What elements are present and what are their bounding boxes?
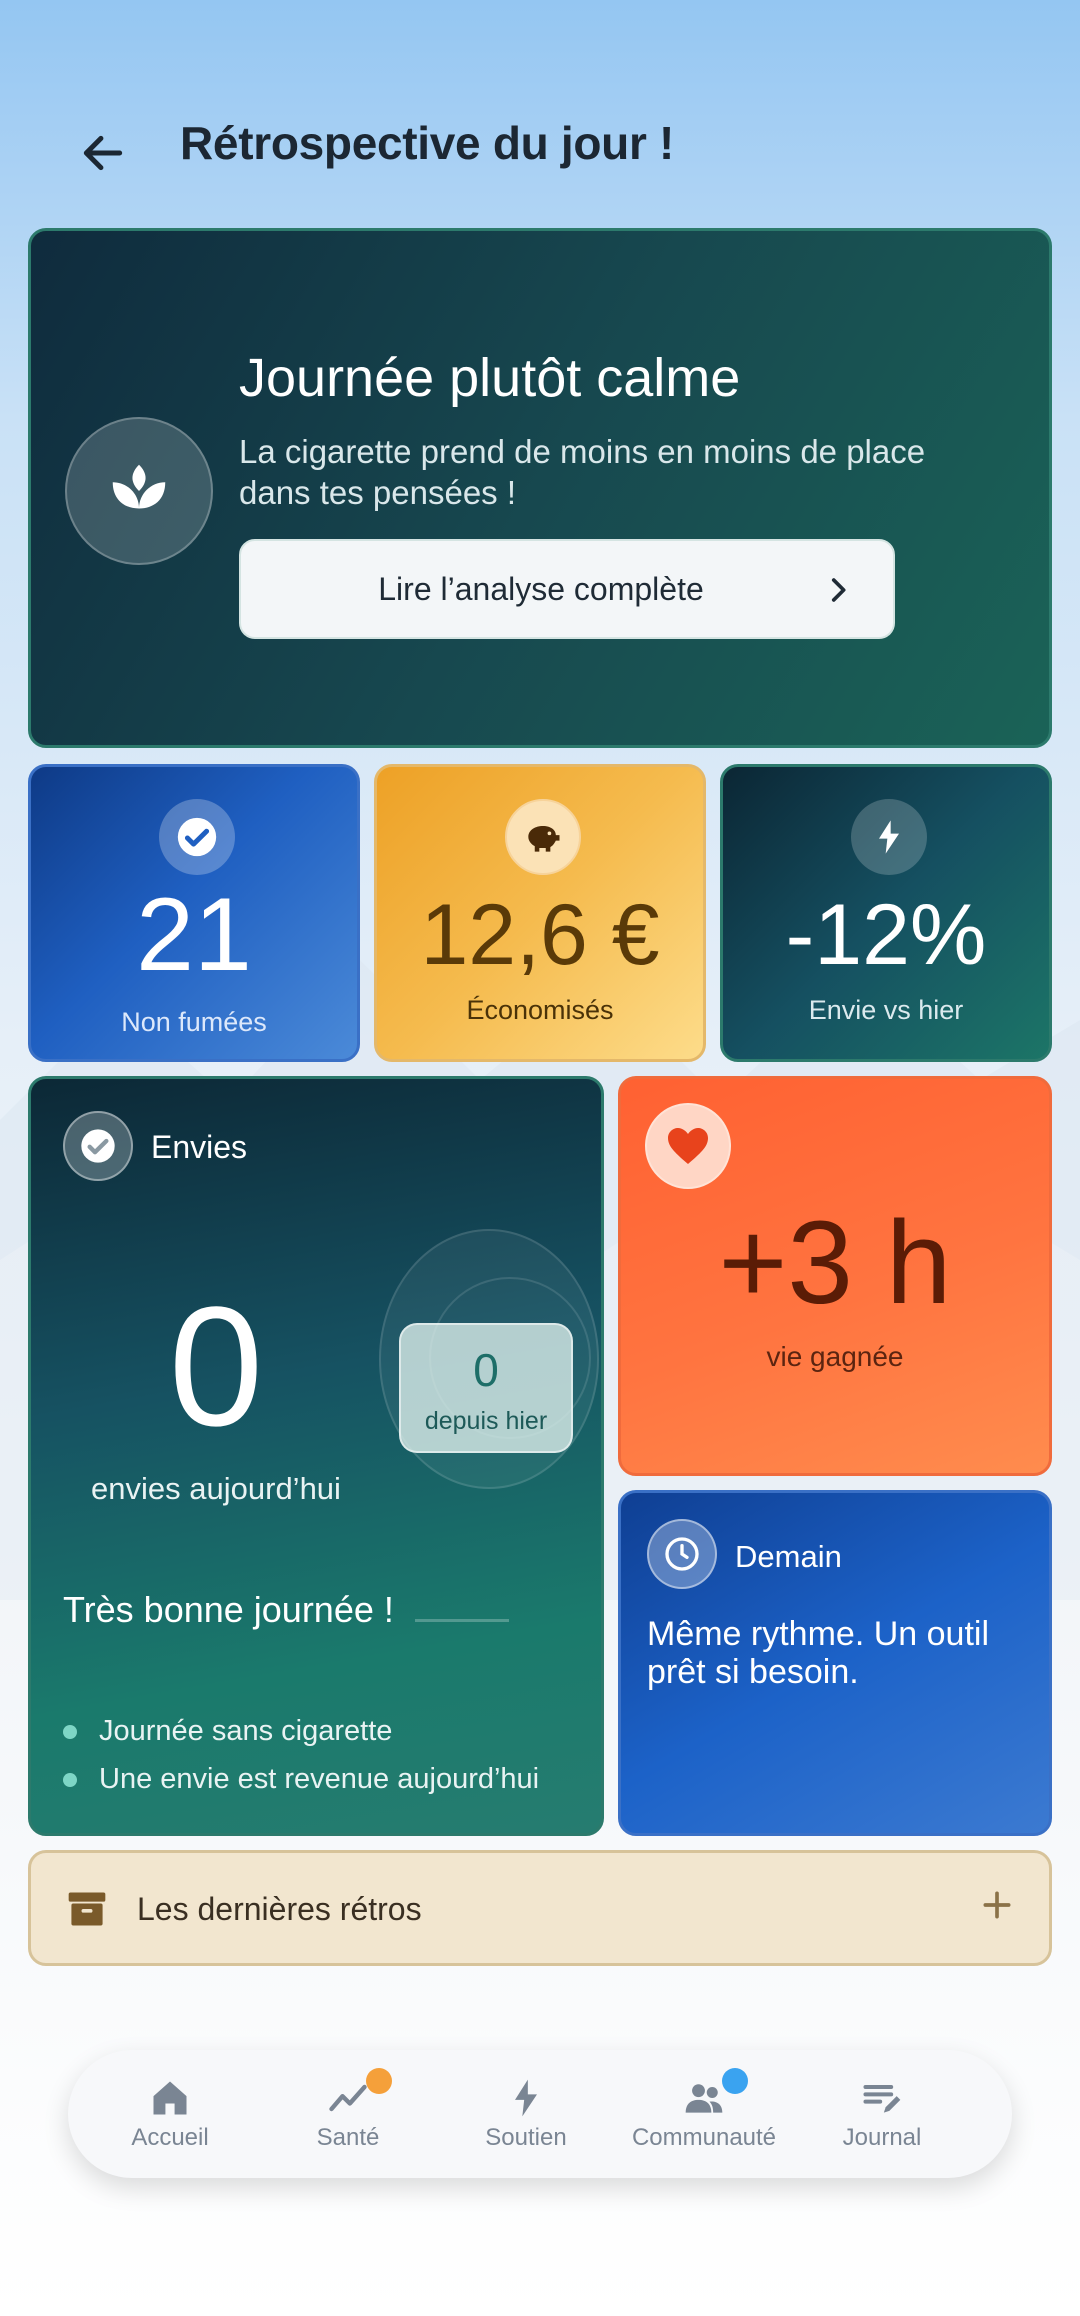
nav-label: Soutien xyxy=(485,2124,567,2151)
life-gained-label: vie gagnée xyxy=(766,1341,904,1372)
bolt-icon xyxy=(851,799,927,875)
heart-icon xyxy=(645,1103,731,1189)
sprout-icon xyxy=(65,417,213,565)
life-gained-value: +3 h xyxy=(718,1197,952,1329)
stat-value: 21 xyxy=(136,877,252,993)
check-circle-icon xyxy=(63,1111,133,1181)
nav-item-accueil[interactable]: Accueil xyxy=(90,2050,250,2178)
stat-card-not-smoked[interactable]: 21 Non fumées xyxy=(28,764,360,1062)
since-yesterday-badge: 0 depuis hier xyxy=(399,1323,573,1453)
clock-icon xyxy=(647,1519,717,1589)
arrow-left-icon xyxy=(83,135,123,171)
piggy-bank-icon xyxy=(505,799,581,875)
last-retros-label: Les dernières rétros xyxy=(137,1891,422,1927)
list-item-text: Journée sans cigarette xyxy=(99,1715,393,1747)
nav-label: Accueil xyxy=(131,2124,209,2151)
read-analysis-button[interactable]: Lire l’analyse complète xyxy=(239,539,895,639)
home-icon xyxy=(153,2081,187,2115)
read-analysis-label: Lire l’analyse complète xyxy=(378,570,704,607)
nav-item-soutien[interactable]: Soutien xyxy=(446,2050,606,2178)
trend-icon xyxy=(329,2084,367,2112)
list-item: Une envie est revenue aujourd’hui xyxy=(63,1763,539,1796)
nav-item-communaute[interactable]: Communauté xyxy=(624,2050,784,2178)
plus-icon[interactable] xyxy=(977,1885,1017,1925)
bullet-dot xyxy=(63,1724,77,1739)
daily-summary-card: Journée plutôt calme La cigarette prend … xyxy=(28,228,1052,748)
header: Rétrospective du jour ! xyxy=(0,100,1080,190)
nav-item-sante[interactable]: Santé xyxy=(268,2050,428,2178)
people-icon xyxy=(685,2084,723,2113)
since-yesterday-value: 0 xyxy=(473,1344,499,1396)
stat-label: Non fumées xyxy=(121,1007,267,1037)
back-button[interactable] xyxy=(68,118,138,188)
cravings-count: 0 xyxy=(168,1272,264,1462)
notification-badge xyxy=(366,2068,392,2094)
stat-value: -12% xyxy=(785,887,987,983)
bottom-navigation: Accueil Santé Soutien Communauté Journal xyxy=(68,2050,1012,2178)
since-yesterday-label: depuis hier xyxy=(424,1407,548,1435)
stat-card-craving-change[interactable]: -12% Envie vs hier xyxy=(720,764,1052,1062)
life-gained-card[interactable]: +3 h vie gagnée xyxy=(618,1076,1052,1476)
bolt-icon xyxy=(515,2079,537,2117)
list-item-text: Une envie est revenue aujourd’hui xyxy=(99,1763,540,1795)
page-title: Rétrospective du jour ! xyxy=(180,117,675,169)
stat-label: Économisés xyxy=(466,995,614,1025)
cravings-count-label: envies aujourd’hui xyxy=(91,1471,341,1506)
stat-label: Envie vs hier xyxy=(808,995,964,1025)
cravings-title: Envies xyxy=(151,1129,248,1165)
tomorrow-text: Même rythme. Un outil prêt si besoin. xyxy=(647,1615,989,1691)
journal-edit-icon xyxy=(863,2084,901,2113)
archive-icon xyxy=(68,1892,106,1926)
summary-title: Journée plutôt calme xyxy=(239,348,741,408)
chevron-right-icon xyxy=(831,578,846,602)
stat-card-savings[interactable]: 12,6 € Économisés xyxy=(374,764,706,1062)
nav-label: Communauté xyxy=(631,2124,777,2151)
list-item: Journée sans cigarette xyxy=(63,1715,392,1748)
nav-item-journal[interactable]: Journal xyxy=(802,2050,962,2178)
divider xyxy=(415,1619,509,1622)
tomorrow-title: Demain xyxy=(735,1539,842,1574)
nav-label: Santé xyxy=(316,2124,380,2151)
tomorrow-card[interactable]: Demain Même rythme. Un outil prêt si bes… xyxy=(618,1490,1052,1836)
check-circle-icon xyxy=(159,799,235,875)
stat-value: 12,6 € xyxy=(420,887,660,983)
summary-subtitle: La cigarette prend de moins en moins de … xyxy=(239,433,926,511)
notification-badge xyxy=(722,2068,748,2094)
nav-label: Journal xyxy=(842,2124,922,2151)
last-retros-section[interactable]: Les dernières rétros xyxy=(28,1850,1052,1966)
cravings-card[interactable]: Envies 0 envies aujourd’hui 0 depuis hie… xyxy=(28,1076,604,1836)
bullet-dot xyxy=(63,1772,77,1787)
cravings-message: Très bonne journée ! xyxy=(63,1589,394,1630)
